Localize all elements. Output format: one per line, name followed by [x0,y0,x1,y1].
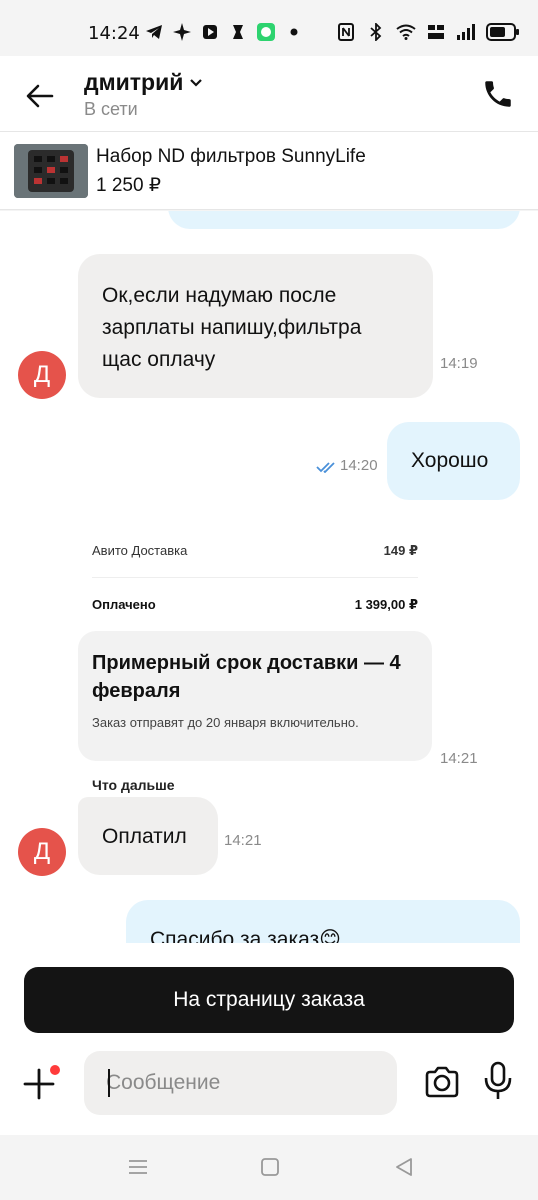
order-button-area: На страницу заказа [0,943,538,1045]
voice-button[interactable] [482,1061,516,1103]
contact-name: дмитрий [84,69,184,95]
call-button[interactable] [478,74,518,114]
arrow-left-icon [26,84,54,108]
contact-name-button[interactable]: дмитрий [84,69,203,96]
camera-button[interactable] [424,1065,462,1101]
image-delivery-sub: Заказ отправят до 20 января включительно… [92,715,359,730]
app-icon [200,22,220,42]
message-bubble-outgoing[interactable]: Спасибо за заказ😊 [126,900,520,943]
bluetooth-icon [366,22,386,42]
message-image[interactable]: Авито Доставка 149 ₽ Оплачено 1 399,00 ₽… [78,523,432,795]
message-bubble-incoming[interactable]: Оплатил [78,797,218,875]
image-row-value: 149 ₽ [383,543,418,558]
message-text-line: щас оплачу [102,348,216,371]
product-title: Набор ND фильтров SunnyLife [96,146,366,167]
square-icon [261,1158,279,1176]
back-nav-button[interactable] [390,1155,418,1179]
menu-icon [129,1160,147,1174]
wechat-icon [256,22,276,42]
signal-icon [456,22,476,42]
message-time: 14:21 [440,750,478,767]
microphone-icon [484,1061,512,1099]
message-text: Спасибо за заказ😊 [150,928,342,943]
message-input[interactable] [84,1051,397,1115]
telegram-icon [144,22,164,42]
phone-icon [485,81,511,107]
message-bubble-outgoing[interactable]: Хорошо [387,422,520,500]
notification-dot [50,1065,60,1075]
image-row-value: 1 399,00 ₽ [354,597,418,612]
message-bubble-incoming[interactable]: Ок,если надумаю после зарплаты напишу,фи… [78,254,433,398]
message-time: 14:20 [340,457,378,474]
nfc-icon [336,22,356,42]
message-bubble-partial [168,211,520,229]
contact-status: В сети [84,99,138,119]
attach-button[interactable] [22,1065,60,1101]
message-text: Оплатил [102,825,187,848]
product-price: 1 250 ₽ [96,175,161,196]
wifi-icon [396,22,416,42]
camera-icon [425,1066,459,1098]
message-text-line: зарплаты напишу,фильтра [102,316,362,339]
status-time: 14:24 [88,23,140,44]
image-divider [92,577,418,578]
image-row-delivery: Авито Доставка 149 ₽ [92,543,418,559]
image-delivery-heading: Примерный срок доставки — 4 февраля [92,652,401,702]
system-nav-bar [0,1135,538,1200]
product-image [14,144,88,198]
double-check-icon [316,460,338,478]
composer [0,1045,538,1135]
chat-header: дмитрий В сети [0,56,538,132]
product-card[interactable]: Набор ND фильтров SunnyLife 1 250 ₽ [0,132,538,210]
order-page-button[interactable]: На страницу заказа [24,967,514,1033]
message-list[interactable]: Ок,если надумаю после зарплаты напишу,фи… [0,211,538,943]
status-bar: 14:24 [0,0,538,56]
image-next-heading: Что дальше [92,777,175,793]
avatar[interactable]: Д [18,351,66,399]
menu-nav-button[interactable] [124,1155,152,1179]
image-row-paid: Оплачено 1 399,00 ₽ [92,597,418,613]
home-nav-button[interactable] [256,1155,284,1179]
battery-icon [486,22,520,42]
app-icon-2 [228,22,248,42]
message-time: 14:21 [224,832,262,849]
chevron-down-icon [190,78,203,87]
triangle-back-icon [396,1158,412,1176]
avatar[interactable]: Д [18,828,66,876]
image-row-label: Авито Доставка [92,543,188,558]
message-time: 14:19 [440,355,478,372]
back-button[interactable] [22,78,58,114]
dot-icon [284,22,304,42]
status-right-icons [336,22,520,42]
volte-icon [426,22,446,42]
message-text-line: Ок,если надумаю после [102,284,337,307]
status-left-icons [144,22,304,42]
sparkle-icon [172,22,192,42]
image-delivery-card: Примерный срок доставки — 4 февраля Зака… [78,631,432,761]
message-text: Хорошо [411,449,489,472]
image-row-label: Оплачено [92,597,156,612]
text-cursor [108,1069,110,1097]
